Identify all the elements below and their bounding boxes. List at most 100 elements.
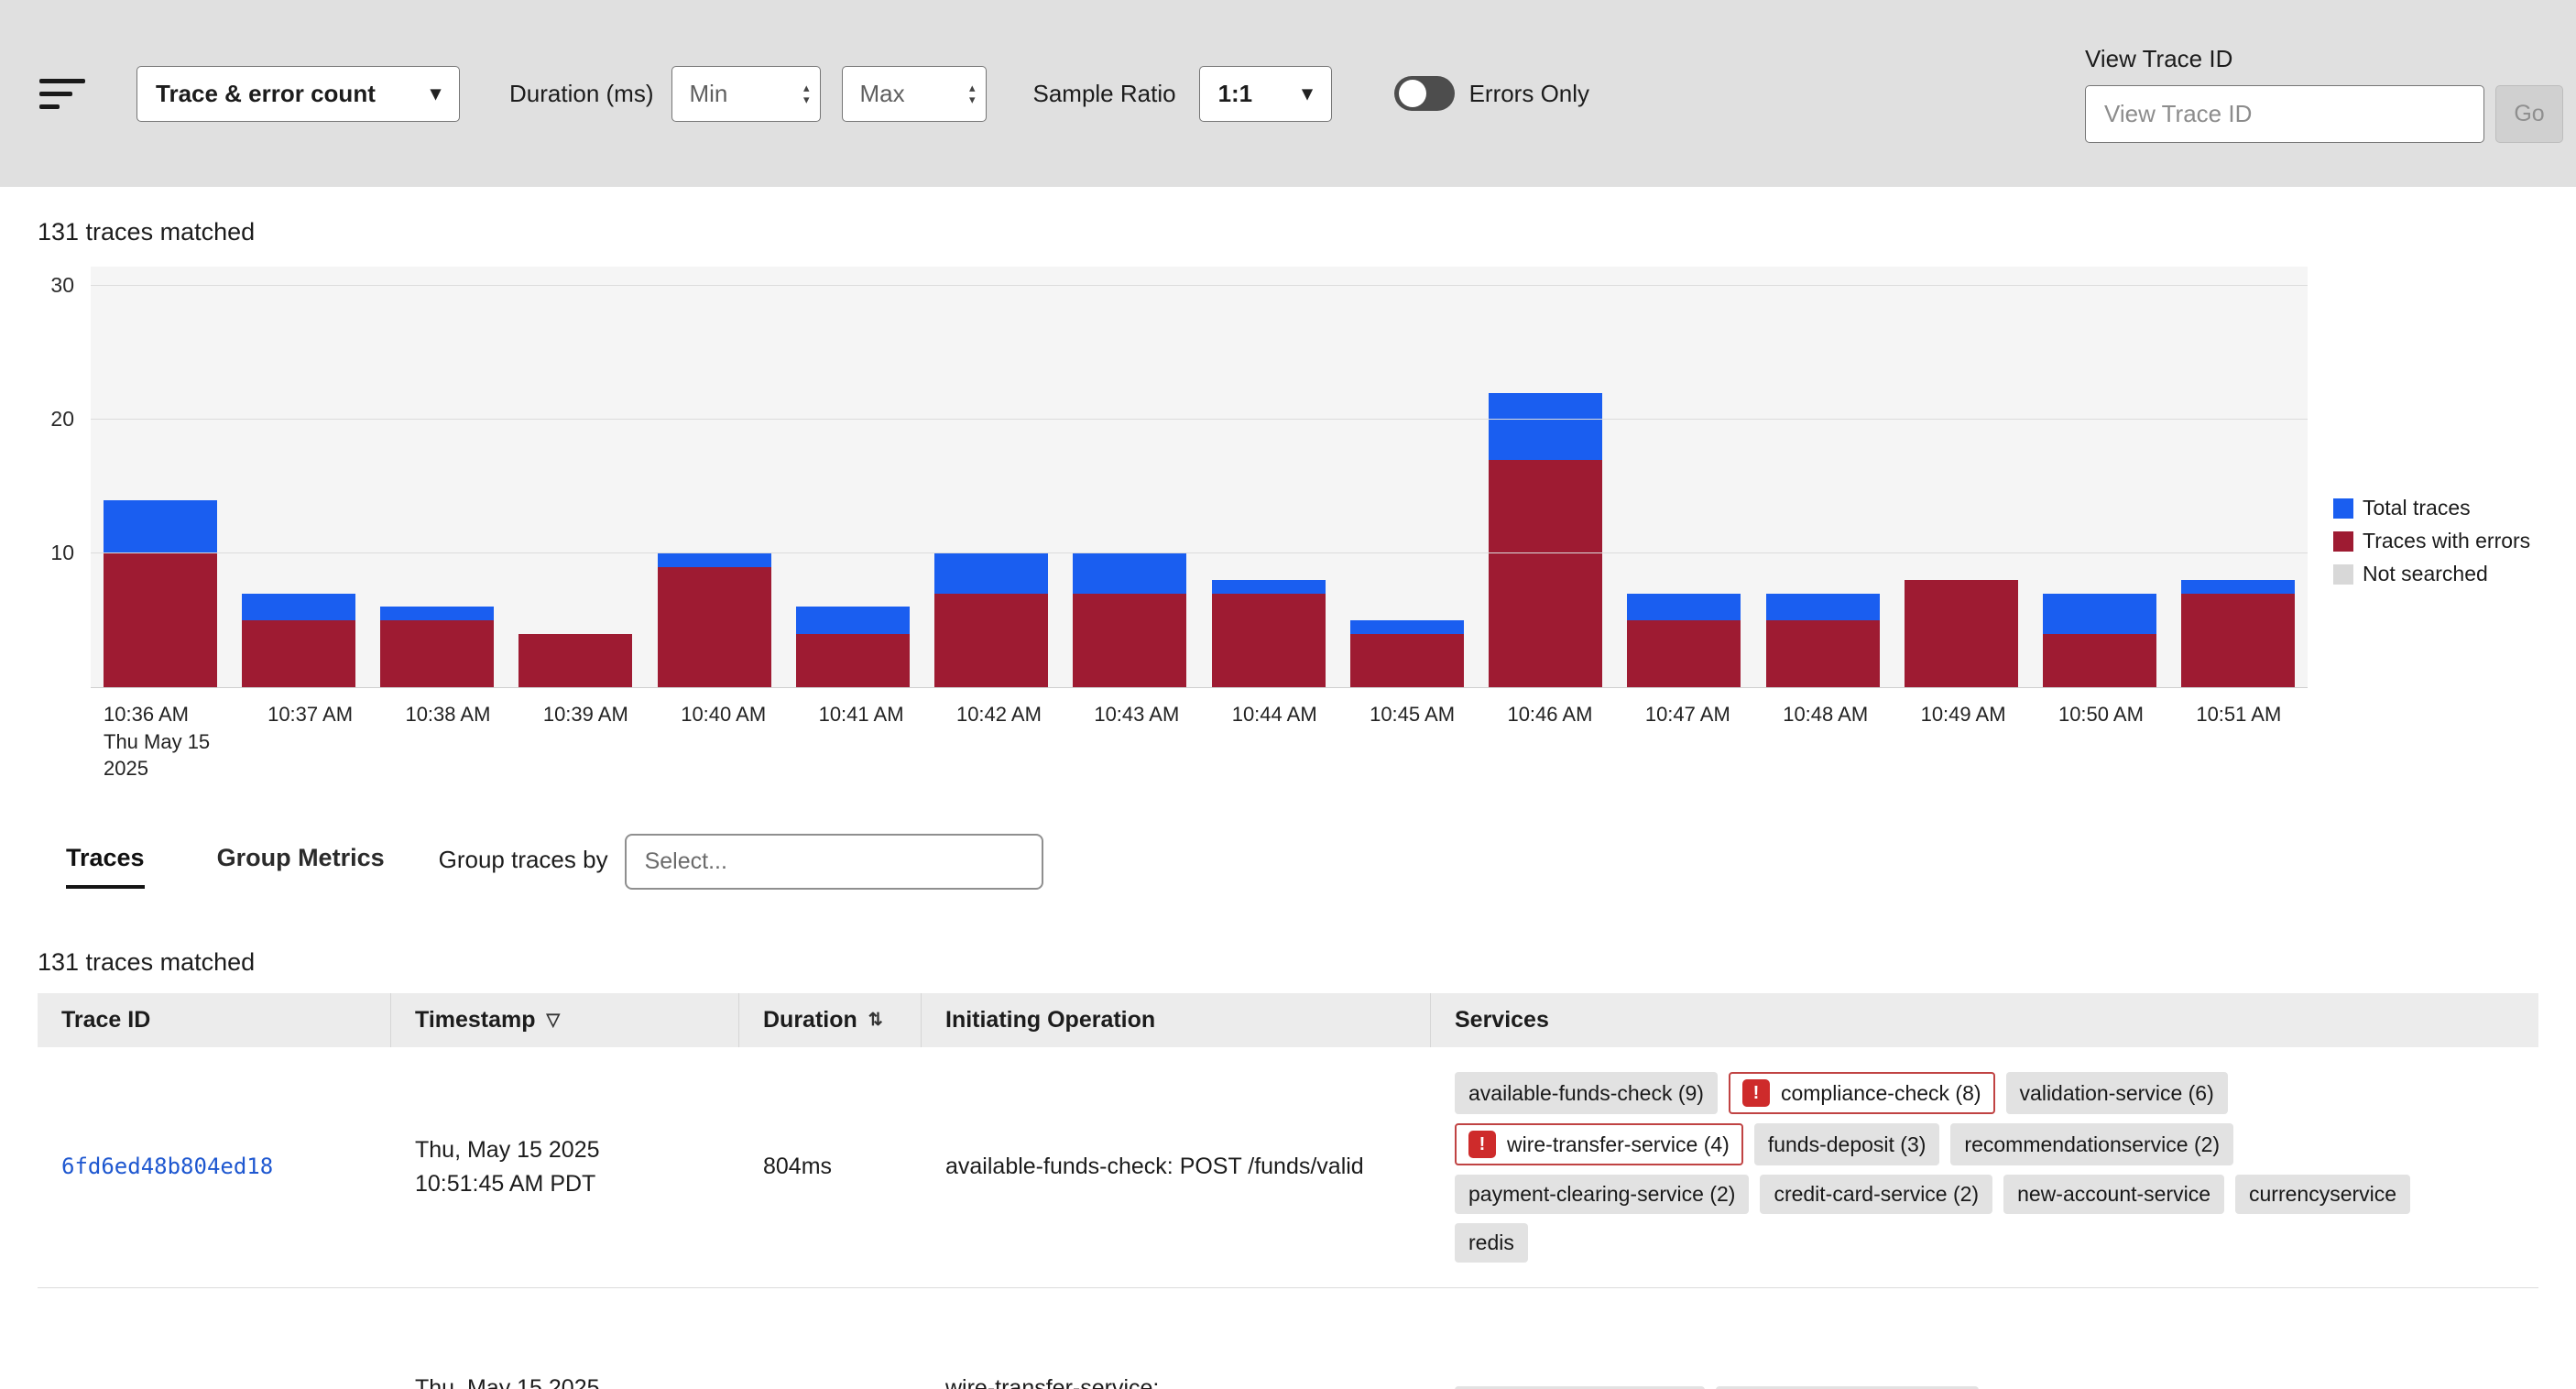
chart-bar[interactable] (1892, 267, 2030, 687)
service-chip[interactable]: funds-deposit (3) (1754, 1123, 1940, 1165)
service-chip[interactable]: !compliance-check (8) (1729, 1072, 1995, 1114)
chart-bar[interactable] (1615, 267, 1753, 687)
chart-x-labels: 10:36 AMThu May 15202510:37 AM10:38 AM 10… (91, 701, 2308, 782)
sample-ratio-dropdown[interactable]: 1:1 ▾ (1199, 66, 1332, 122)
x-axis-label: 10:38 AM (379, 701, 517, 782)
chart-legend: Total tracesTraces with errorsNot search… (2333, 496, 2530, 782)
trace-duration: 119ms (739, 1371, 922, 1389)
x-axis-label: 10:47 AM (1619, 701, 1756, 782)
errors-only-label: Errors Only (1469, 80, 1589, 108)
legend-swatch (2333, 564, 2353, 585)
x-axis-label: 10:41 AM (792, 701, 930, 782)
chevron-down-icon: ▾ (431, 82, 441, 105)
x-axis-label: 10:37 AM (241, 701, 378, 782)
legend-item: Not searched (2333, 562, 2530, 586)
col-header-timestamp[interactable]: Timestamp▽ (391, 993, 739, 1047)
chevron-down-icon: ▾ (1303, 82, 1313, 105)
service-chip[interactable]: available-funds-check (9) (1455, 1072, 1718, 1114)
traces-matched-count-table: 131 traces matched (38, 948, 2576, 977)
x-axis-label: 10:46 AM (1481, 701, 1619, 782)
gridline (91, 285, 2308, 286)
gridline (91, 552, 2308, 553)
min-spinner-buttons[interactable]: ▴ ▾ (803, 82, 821, 105)
traces-table: Trace ID Timestamp▽ Duration⇅ Initiating… (38, 993, 2538, 1389)
x-axis-label: 10:42 AM (930, 701, 1067, 782)
sort-desc-icon: ▽ (547, 1010, 561, 1031)
trace-duration: 804ms (739, 1132, 922, 1203)
traces-table-body: 6fd6ed48b804ed18Thu, May 15 202510:51:45… (38, 1047, 2538, 1389)
col-header-services: Services (1431, 993, 2538, 1047)
service-chip[interactable]: credit-card-service (2) (1760, 1175, 1992, 1214)
service-chip[interactable]: payment-clearing-service (2) (1455, 1175, 1749, 1214)
x-axis-label: 10:43 AM (1068, 701, 1206, 782)
chart-bar[interactable] (91, 267, 229, 687)
x-axis-label: 10:51 AM (2170, 701, 2308, 782)
tab-group-metrics[interactable]: Group Metrics (217, 844, 385, 889)
max-spinner-buttons[interactable]: ▴ ▾ (969, 82, 987, 105)
group-traces-by-select[interactable]: Select... (625, 834, 1043, 890)
legend-swatch (2333, 531, 2353, 552)
errors-only-toggle[interactable] (1394, 76, 1455, 111)
col-header-duration[interactable]: Duration⇅ (739, 993, 922, 1047)
legend-swatch (2333, 498, 2353, 519)
chart-bar[interactable] (922, 267, 1061, 687)
x-axis-label: 10:49 AM (1894, 701, 2032, 782)
chart-bar[interactable] (2169, 267, 2308, 687)
chart-bar[interactable] (368, 267, 507, 687)
trace-count-chart: 102030 10:36 AMThu May 15202510:37 AM10:… (0, 267, 2576, 782)
duration-min-input[interactable] (672, 80, 802, 108)
trace-id-link[interactable]: 6fd6ed48b804ed18 (61, 1154, 273, 1179)
service-chip[interactable]: new-account-service (2003, 1175, 2224, 1214)
spinner-down-icon: ▾ (969, 93, 976, 105)
tabs-row: Traces Group Metrics Group traces by Sel… (66, 834, 2576, 899)
traces-table-header: Trace ID Timestamp▽ Duration⇅ Initiating… (38, 993, 2538, 1047)
metric-type-value: Trace & error count (156, 80, 376, 108)
chart-bar[interactable] (1199, 267, 1337, 687)
chart-bar[interactable] (1753, 267, 1892, 687)
go-button[interactable]: Go (2495, 85, 2563, 143)
service-chip[interactable]: recommendationservice (2) (1950, 1123, 2233, 1165)
view-trace-input[interactable] (2085, 85, 2484, 143)
x-axis-label: 10:50 AM (2032, 701, 2169, 782)
chart-bar[interactable] (645, 267, 783, 687)
y-axis-label: 30 (14, 273, 74, 298)
chart-bar[interactable] (1061, 267, 1199, 687)
view-trace-label: View Trace ID (2085, 45, 2563, 73)
metric-type-dropdown[interactable]: Trace & error count ▾ (136, 66, 460, 122)
services-cell: wire-transfer-service (2)payment-clearin… (1431, 1362, 2538, 1389)
service-chip[interactable]: validation-service (6) (2006, 1072, 2228, 1114)
y-axis-label: 10 (14, 541, 74, 565)
chart-bars (91, 267, 2308, 687)
chart-bar[interactable] (783, 267, 922, 687)
error-icon: ! (1742, 1079, 1770, 1107)
tab-traces[interactable]: Traces (66, 844, 145, 889)
sample-ratio-value: 1:1 (1218, 80, 1253, 108)
initiating-operation: available-funds-check: POST /funds/valid (922, 1132, 1431, 1203)
trace-row: 35756122ed8a4ad8998be28Thu, May 15 20251… (38, 1288, 2538, 1389)
initiating-operation: wire-transfer-service: grpc.finservices.… (922, 1353, 1431, 1389)
chart-bar[interactable] (2031, 267, 2169, 687)
spinner-down-icon: ▾ (803, 93, 810, 105)
col-header-operation[interactable]: Initiating Operation (922, 993, 1431, 1047)
chart-bar[interactable] (1337, 267, 1476, 687)
error-icon: ! (1468, 1131, 1496, 1158)
chart-bar[interactable] (229, 267, 367, 687)
col-header-trace-id[interactable]: Trace ID (38, 993, 391, 1047)
trace-row: 6fd6ed48b804ed18Thu, May 15 202510:51:45… (38, 1047, 2538, 1288)
group-by-placeholder: Select... (645, 848, 727, 875)
service-chip[interactable]: !wire-transfer-service (4) (1455, 1123, 1743, 1165)
duration-max-stepper: ▴ ▾ (842, 66, 987, 122)
chart-bar[interactable] (507, 267, 645, 687)
chart-plot: 102030 (91, 267, 2308, 688)
duration-max-input[interactable] (843, 80, 968, 108)
x-axis-label: 10:48 AM (1757, 701, 1894, 782)
x-axis-label: 10:36 AMThu May 152025 (91, 701, 241, 782)
chart-bar[interactable] (1477, 267, 1615, 687)
service-chip[interactable]: currencyservice (2235, 1175, 2410, 1214)
y-axis-label: 20 (14, 407, 74, 432)
duration-min-stepper: ▴ ▾ (671, 66, 821, 122)
legend-item: Traces with errors (2333, 529, 2530, 553)
service-chip[interactable]: redis (1455, 1223, 1528, 1263)
filter-menu-icon[interactable] (39, 79, 85, 109)
group-traces-by-label: Group traces by (439, 846, 608, 887)
